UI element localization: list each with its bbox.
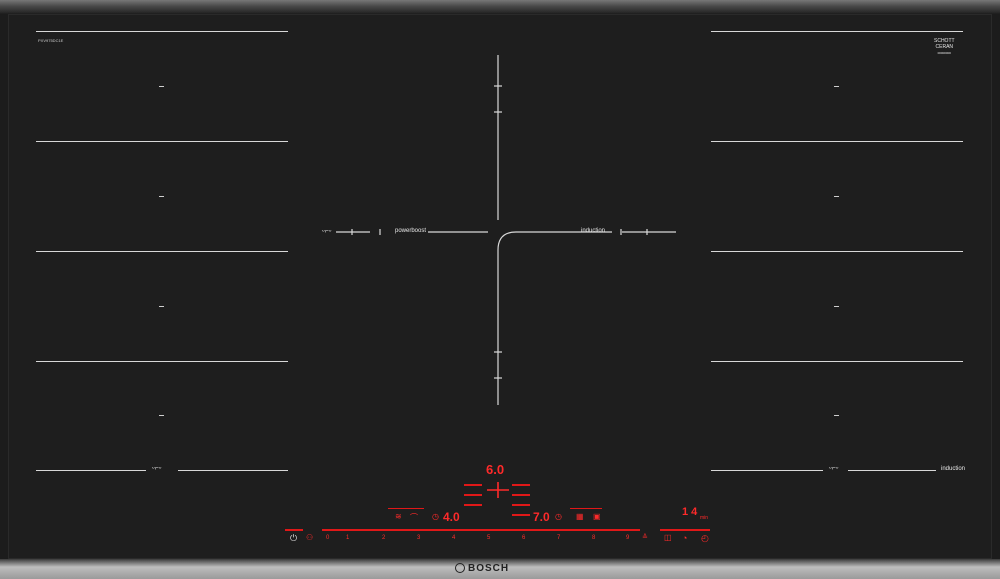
zone-bar (512, 514, 530, 516)
center-zone-select-icon[interactable] (484, 482, 512, 498)
brand-label: BOSCH (468, 563, 510, 574)
power-icon[interactable]: ⏻ (290, 533, 297, 544)
timer-icon[interactable]: ◔ (682, 533, 687, 543)
power-level-2[interactable]: 2 (382, 535, 385, 541)
power-level-3[interactable]: 3 (417, 535, 420, 541)
zone-bar (464, 484, 482, 486)
timer-display[interactable]: 1 4 (682, 506, 697, 518)
zone-bar (464, 494, 482, 496)
zone-bar (512, 494, 530, 496)
child-lock-icon[interactable]: ⚇ (306, 533, 313, 542)
powerboost-label: powerboost (395, 228, 427, 234)
right-power-display[interactable]: 7.0 (533, 510, 550, 524)
timer-right-icon[interactable]: ◷ (555, 512, 562, 521)
timer-left-icon[interactable]: ◷ (432, 512, 439, 521)
power-scale[interactable]: 0 1 2 3 4 5 6 7 8 9 (326, 535, 636, 545)
power-slider[interactable] (322, 529, 640, 531)
zone-bar (464, 504, 482, 506)
induction-label-center: induction (581, 228, 606, 234)
bosch-logo-icon (455, 563, 465, 573)
flexzone-icon-center: ᵕ⌐ᵕ (322, 228, 332, 235)
pan-size-icon[interactable]: ▣ (593, 512, 601, 521)
left-sub-bar (388, 508, 424, 509)
power-level-7[interactable]: 7 (557, 535, 560, 541)
clock-icon[interactable]: ◴ (701, 533, 709, 544)
right-sub-bar (570, 508, 602, 509)
frying-sensor-icon[interactable]: ⌒ (410, 512, 418, 523)
stopwatch-icon[interactable]: ◫ (664, 533, 672, 542)
power-level-5[interactable]: 5 (487, 535, 490, 541)
left-power-display[interactable]: 4.0 (443, 510, 460, 524)
power-level-1[interactable]: 1 (346, 535, 349, 541)
zone-bar (512, 504, 530, 506)
powerboost-button-icon[interactable]: ≙ (642, 533, 648, 541)
power-level-8[interactable]: 8 (592, 535, 595, 541)
keep-warm-icon[interactable]: ≋ (395, 512, 402, 521)
power-level-0[interactable]: 0 (326, 535, 329, 541)
power-level-6[interactable]: 6 (522, 535, 525, 541)
timer-slider-bar[interactable] (660, 529, 710, 531)
zone-bar (512, 484, 530, 486)
center-power-display[interactable]: 6.0 (486, 462, 504, 477)
power-level-4[interactable]: 4 (452, 535, 455, 541)
timer-unit: min (700, 515, 709, 521)
move-function-icon[interactable]: ▦ (576, 512, 584, 521)
power-level-9[interactable]: 9 (626, 535, 629, 541)
power-slider-left-bar (285, 529, 303, 531)
